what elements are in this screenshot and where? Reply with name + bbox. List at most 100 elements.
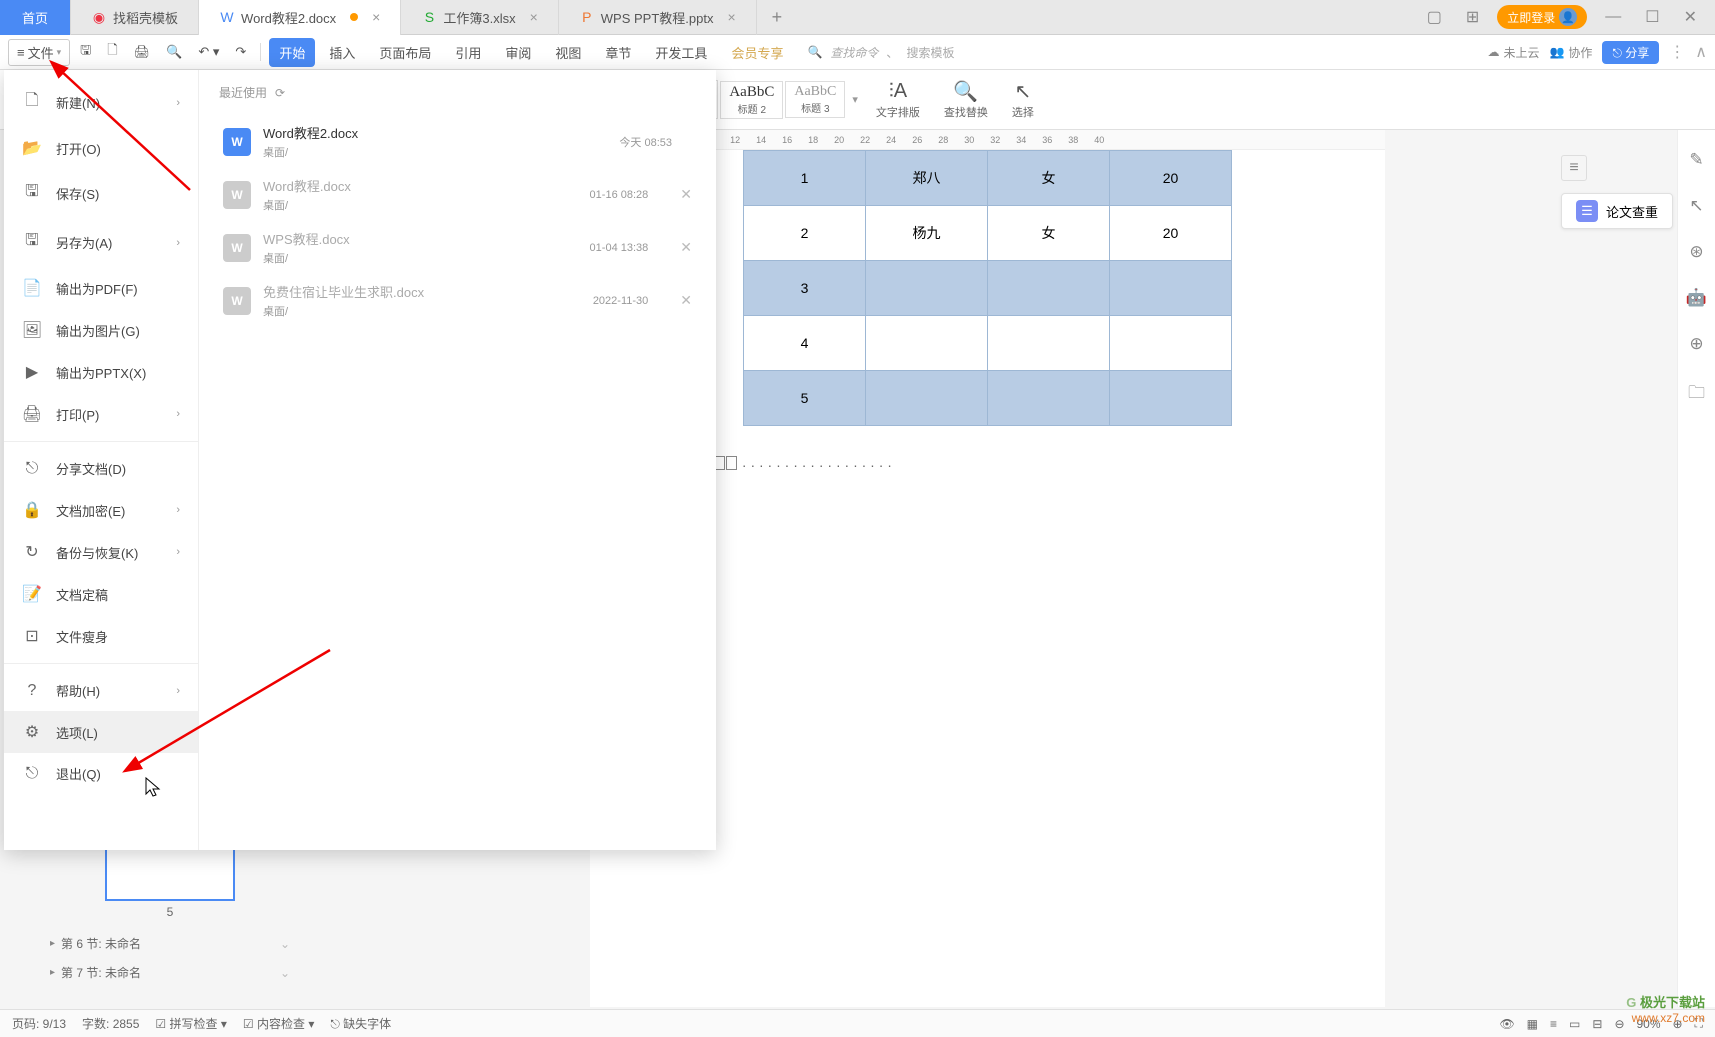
menu-encrypt[interactable]: 🔒文档加密(E)› (4, 489, 198, 531)
redo-button[interactable]: ↷ (229, 40, 252, 64)
ribbon-tab-start[interactable]: 开始 (269, 38, 315, 67)
menu-new[interactable]: 🗋新建(N)› (4, 78, 198, 127)
menu-saveas[interactable]: 🖫另存为(A)› (4, 218, 198, 267)
menu-help[interactable]: ?帮助(H)› (4, 670, 198, 711)
menu-open[interactable]: 📂打开(O) (4, 127, 198, 169)
view-mode-4[interactable]: ⊟ (1592, 1017, 1602, 1031)
menu-exit[interactable]: ⎋退出(Q) (4, 753, 198, 794)
menu-share[interactable]: ⎋分享文档(D) (4, 448, 198, 489)
recent-item[interactable]: W 免费住宿让毕业生求职.docx桌面/ 2022-11-30 ✕ (219, 274, 696, 327)
tab-ppt[interactable]: PWPS PPT教程.pptx× (559, 0, 757, 35)
tab-word[interactable]: WWord教程2.docx× (199, 0, 401, 35)
globe-icon[interactable]: ⊕ (1689, 334, 1703, 354)
table-row[interactable]: 2杨九女20 (744, 206, 1232, 261)
view-mode-3[interactable]: ▭ (1569, 1017, 1580, 1031)
menu-pptx[interactable]: ▶输出为PPTX(X) (4, 351, 198, 393)
nav-section[interactable]: ▸第 7 节: 未命名⌄ (40, 958, 300, 987)
word-file-icon: W (223, 181, 251, 209)
table-row[interactable]: 4 (744, 316, 1232, 371)
save-button[interactable]: 🖫 (74, 37, 97, 67)
close-icon[interactable]: × (530, 9, 538, 25)
text-content[interactable]: · · · · · · · · · · · · · · · · · · (630, 456, 1345, 473)
table-row[interactable]: 3 (744, 261, 1232, 316)
share-button[interactable]: ⎋ 分享 (1602, 41, 1659, 64)
view-mode-2[interactable]: ≡ (1550, 1017, 1557, 1031)
tab-daoke[interactable]: ◉找稻壳模板 (71, 0, 199, 35)
document-table[interactable]: 1郑八女20 2杨九女20 3 4 5 (743, 150, 1232, 426)
save2-button[interactable]: 🗋 (101, 37, 123, 67)
minimize-button[interactable]: — (1599, 8, 1627, 26)
file-menu-dropdown: 🗋新建(N)› 📂打开(O) 🖫保存(S) 🖫另存为(A)› 📄输出为PDF(F… (4, 70, 716, 850)
remove-icon[interactable]: ✕ (680, 292, 692, 309)
style-h2[interactable]: AaBbC标题 2 (720, 81, 783, 119)
undo-button[interactable]: ↶ ▾ (192, 40, 225, 64)
table-row[interactable]: 1郑八女20 (744, 151, 1232, 206)
file-menu-button[interactable]: ≡文件▾ (8, 39, 70, 66)
menu-pdf[interactable]: 📄输出为PDF(F) (4, 267, 198, 309)
table-row[interactable]: 5 (744, 371, 1232, 426)
style-more-icon[interactable]: ▾ (846, 93, 864, 106)
ribbon-tab-dev[interactable]: 开发工具 (645, 38, 717, 67)
thesis-check-button[interactable]: ☰论文查重 (1561, 193, 1673, 229)
cloud-status[interactable]: ☁未上云 (1487, 44, 1539, 61)
nav-section[interactable]: ▸第 6 节: 未命名⌄ (40, 929, 300, 958)
add-tab-button[interactable]: + (757, 7, 798, 28)
more-icon[interactable]: ⋮ (1669, 42, 1685, 62)
style-h3[interactable]: AaBbC标题 3 (785, 81, 845, 118)
refresh-icon[interactable]: ⟳ (275, 86, 285, 100)
word-count[interactable]: 字数: 2855 (82, 1015, 139, 1032)
login-button[interactable]: 立即登录👤 (1497, 5, 1587, 29)
ribbon-tab-section[interactable]: 章节 (595, 38, 641, 67)
search-box[interactable]: 🔍 查找命令、 搜索模板 (807, 44, 954, 61)
tab-xlsx[interactable]: S工作簿3.xlsx× (401, 0, 558, 35)
menu-img[interactable]: 🖼输出为图片(G) (4, 309, 198, 351)
ribbon-tab-ref[interactable]: 引用 (445, 38, 491, 67)
arrow-icon[interactable]: ↖ (1689, 196, 1703, 216)
ribbon-tab-review[interactable]: 审阅 (495, 38, 541, 67)
recent-item[interactable]: W Word教程.docx桌面/ 01-16 08:28 ✕ (219, 168, 696, 221)
side-rail: ✎ ↖ ⊛ 🤖 ⊕ 🗀 (1677, 130, 1715, 1007)
view-icon[interactable]: 👁 (1499, 1017, 1514, 1031)
ribbon-tab-layout[interactable]: 页面布局 (369, 38, 441, 67)
maximize-button[interactable]: ☐ (1639, 7, 1665, 27)
view-mode-1[interactable]: ▦ (1527, 1017, 1538, 1031)
content-check[interactable]: ☑ 内容检查 ▾ (243, 1015, 314, 1032)
recent-item[interactable]: W Word教程2.docx桌面/ 今天 08:53 (219, 115, 696, 168)
ribbon-tab-insert[interactable]: 插入 (319, 38, 365, 67)
grid-icon[interactable]: ⊞ (1460, 7, 1485, 27)
folder-icon[interactable]: 🗀 (1688, 380, 1705, 409)
robot-icon[interactable]: 🤖 (1686, 288, 1707, 308)
menu-options[interactable]: ⚙选项(L) (4, 711, 198, 753)
help-icon: ? (22, 682, 42, 700)
menu-slim[interactable]: ⊡文件瘦身 (4, 615, 198, 657)
ribbon-tab-view[interactable]: 视图 (545, 38, 591, 67)
close-window-button[interactable]: ✕ (1678, 7, 1703, 27)
print-button[interactable]: 🖨 (128, 40, 157, 64)
menu-draft[interactable]: 📝文档定稿 (4, 573, 198, 615)
missing-font[interactable]: ⎋ 缺失字体 (330, 1015, 391, 1032)
text-layout-button[interactable]: ⫶A文字排版 (876, 80, 920, 120)
collapse-icon[interactable]: ∧ (1695, 42, 1707, 62)
menu-print[interactable]: 🖨打印(P)› (4, 393, 198, 435)
remove-icon[interactable]: ✕ (680, 186, 692, 203)
coop-button[interactable]: 👥协作 (1549, 44, 1592, 61)
settings-icon[interactable]: ⊛ (1689, 242, 1703, 262)
menu-backup[interactable]: ↻备份与恢复(K)› (4, 531, 198, 573)
panel-toggle-button[interactable]: ≡ (1561, 155, 1587, 181)
recent-item[interactable]: W WPS教程.docx桌面/ 01-04 13:38 ✕ (219, 221, 696, 274)
text-content[interactable]: · · · · · · (630, 487, 1345, 503)
pencil-icon[interactable]: ✎ (1689, 150, 1703, 170)
menu-save[interactable]: 🖫保存(S) (4, 169, 198, 218)
select-button[interactable]: ↖选择 (1012, 80, 1034, 120)
zoom-out[interactable]: ⊖ (1614, 1017, 1624, 1031)
layout-icon[interactable]: ▢ (1421, 7, 1448, 27)
find-replace-button[interactable]: 🔍查找替换 (944, 80, 988, 120)
page-indicator[interactable]: 页码: 9/13 (12, 1015, 66, 1032)
close-icon[interactable]: × (372, 9, 380, 25)
close-icon[interactable]: × (727, 9, 735, 25)
ribbon-tab-vip[interactable]: 会员专享 (721, 38, 793, 67)
remove-icon[interactable]: ✕ (680, 239, 692, 256)
tab-home[interactable]: 首页 (0, 0, 71, 35)
spell-check[interactable]: ☑ 拼写检查 ▾ (155, 1015, 226, 1032)
preview-button[interactable]: 🔍 (160, 40, 188, 64)
